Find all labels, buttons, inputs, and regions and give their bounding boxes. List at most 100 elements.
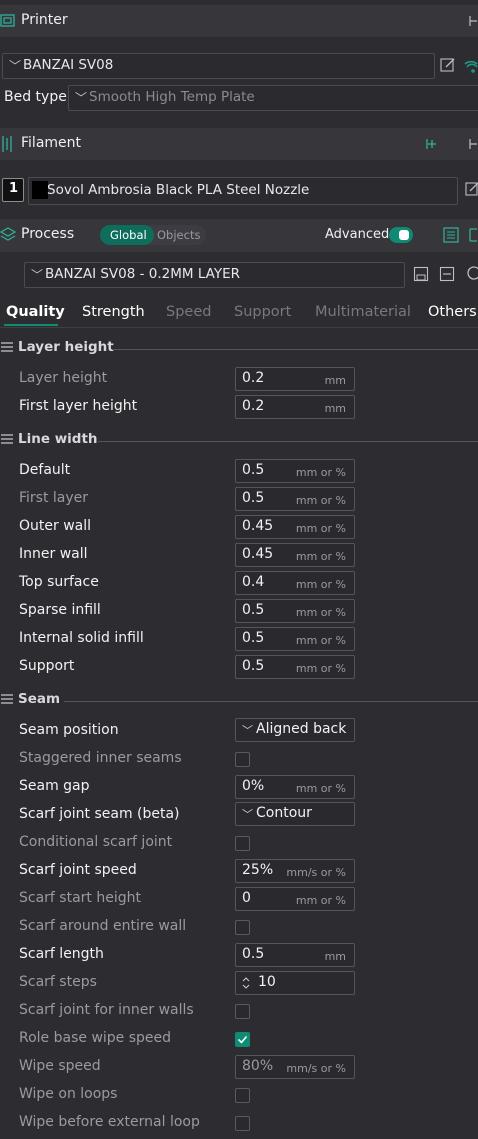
- edit-icon[interactable]: [440, 57, 456, 73]
- filament-name: Sovol Ambrosia Black PLA Steel Nozzle: [47, 182, 310, 198]
- conditional-scarf-joint-checkbox[interactable]: [235, 836, 250, 851]
- tab-quality-underline: [4, 324, 58, 326]
- internal-solid-infill-width-label: Internal solid infill: [19, 630, 144, 646]
- tab-others[interactable]: Others: [428, 304, 477, 320]
- advanced-label: Advanced: [325, 227, 390, 242]
- tab-speed[interactable]: Speed: [166, 304, 211, 320]
- scarf-joint-speed-input[interactable]: 25% mm/s or %: [235, 859, 355, 883]
- role-base-wipe-speed-checkbox[interactable]: [235, 1032, 250, 1047]
- tab-support[interactable]: Support: [234, 304, 291, 320]
- printer-preset-value: BANZAI SV08: [23, 57, 114, 73]
- layers-icon: [0, 227, 16, 241]
- edit-icon[interactable]: [465, 181, 478, 197]
- global-toggle-label: Global: [110, 228, 147, 242]
- outer-wall-width-input[interactable]: 0.45 mm or %: [235, 515, 355, 539]
- inner-wall-width-label: Inner wall: [19, 546, 88, 562]
- seam-gap-input[interactable]: 0% mm or %: [235, 775, 355, 799]
- wipe-on-loops-label: Wipe on loops: [19, 1086, 118, 1102]
- filament-select[interactable]: Sovol Ambrosia Black PLA Steel Nozzle: [28, 177, 458, 205]
- filament-slot-number: 1: [2, 178, 24, 202]
- sparse-infill-width-label: Sparse infill: [19, 602, 101, 618]
- first-layer-width-input[interactable]: 0.5 mm or %: [235, 487, 355, 511]
- internal-solid-infill-width-input[interactable]: 0.5 mm or %: [235, 627, 355, 651]
- delete-preset-icon[interactable]: [439, 266, 455, 282]
- list-icon[interactable]: [443, 227, 459, 243]
- scarf-steps-label: Scarf steps: [19, 974, 97, 990]
- process-preset-value: BANZAI SV08 - 0.2MM LAYER: [45, 266, 241, 282]
- seam-section-header: Seam: [0, 691, 478, 711]
- layer-height-section-title: Layer height: [18, 339, 114, 355]
- checkmark-icon: [237, 1035, 248, 1044]
- printer-icon: [0, 14, 15, 27]
- chevron-down-icon: ﹀: [242, 724, 253, 737]
- seam-position-label: Seam position: [19, 722, 119, 738]
- search-icon[interactable]: [464, 265, 478, 283]
- staggered-inner-seams-checkbox[interactable]: [235, 752, 250, 767]
- chevron-down-icon: ﹀: [242, 808, 253, 821]
- scarf-around-entire-wall-label: Scarf around entire wall: [19, 918, 187, 934]
- line-width-icon: [1, 434, 13, 444]
- process-section-header: Process Global Objects Advanced: [0, 219, 478, 252]
- scarf-steps-stepper[interactable]: 10: [235, 971, 355, 995]
- seam-gap-label: Seam gap: [19, 778, 90, 794]
- chevron-down-icon: ﹀: [75, 91, 88, 105]
- first-layer-height-input[interactable]: 0.2 mm: [235, 395, 355, 419]
- advanced-switch[interactable]: [389, 227, 413, 243]
- layer-height-label: Layer height: [19, 370, 108, 386]
- printer-section-header: Printer: [0, 5, 478, 37]
- tab-multimaterial[interactable]: Multimaterial: [315, 304, 411, 320]
- tab-quality[interactable]: Quality: [6, 304, 65, 320]
- conditional-scarf-joint-label: Conditional scarf joint: [19, 834, 173, 850]
- scarf-joint-speed-label: Scarf joint speed: [19, 862, 137, 878]
- inner-wall-width-input[interactable]: 0.45 mm or %: [235, 543, 355, 567]
- scarf-start-height-input[interactable]: 0 mm or %: [235, 887, 355, 911]
- role-base-wipe-speed-label: Role base wipe speed: [19, 1030, 172, 1046]
- global-objects-toggle[interactable]: Global Objects: [100, 225, 206, 245]
- scarf-start-height-label: Scarf start height: [19, 890, 141, 906]
- scarf-joint-seam-label: Scarf joint seam (beta): [19, 806, 180, 822]
- wipe-speed-label: Wipe speed: [19, 1058, 101, 1074]
- wipe-on-loops-checkbox[interactable]: [235, 1088, 250, 1103]
- sparse-infill-width-input[interactable]: 0.5 mm or %: [235, 599, 355, 623]
- scarf-length-input[interactable]: 0.5 mm: [235, 943, 355, 967]
- line-width-section-title: Line width: [18, 431, 98, 447]
- default-width-label: Default: [19, 462, 71, 478]
- collapse-icon[interactable]: [468, 137, 478, 151]
- first-layer-width-label: First layer: [19, 490, 89, 506]
- wifi-icon[interactable]: [464, 56, 478, 74]
- support-width-input[interactable]: 0.5 mm or %: [235, 655, 355, 679]
- compare-icon[interactable]: [468, 227, 478, 243]
- objects-toggle-label[interactable]: Objects: [157, 228, 200, 242]
- chevron-down-icon: ﹀: [31, 268, 44, 282]
- filament-title: Filament: [21, 135, 82, 151]
- seam-section-title: Seam: [18, 691, 61, 707]
- process-preset-select[interactable]: ﹀ BANZAI SV08 - 0.2MM LAYER: [24, 262, 405, 288]
- seam-position-select[interactable]: ﹀ Aligned back: [235, 718, 355, 742]
- bed-type-value: Smooth High Temp Plate: [89, 89, 255, 105]
- scarf-length-label: Scarf length: [19, 946, 104, 962]
- wipe-before-external-loop-checkbox[interactable]: [235, 1116, 250, 1131]
- collapse-icon[interactable]: [468, 14, 478, 28]
- chevron-down-icon: ﹀: [9, 59, 22, 73]
- layer-height-icon: [1, 342, 13, 352]
- scarf-around-entire-wall-checkbox[interactable]: [235, 920, 250, 935]
- scarf-joint-inner-walls-checkbox[interactable]: [235, 1004, 250, 1019]
- tab-strength[interactable]: Strength: [82, 304, 145, 320]
- bed-type-select[interactable]: ﹀ Smooth High Temp Plate: [68, 85, 478, 111]
- line-width-section-header: Line width: [0, 431, 478, 451]
- scarf-joint-seam-select[interactable]: ﹀ Contour: [235, 802, 355, 826]
- add-filament-icon[interactable]: [424, 136, 440, 152]
- seam-icon: [1, 694, 13, 704]
- save-icon[interactable]: [413, 266, 429, 282]
- default-width-input[interactable]: 0.5 mm or %: [235, 459, 355, 483]
- outer-wall-width-label: Outer wall: [19, 518, 92, 534]
- printer-preset-select[interactable]: ﹀ BANZAI SV08: [2, 53, 435, 79]
- top-surface-width-input[interactable]: 0.4 mm or %: [235, 571, 355, 595]
- wipe-speed-input[interactable]: 80% mm/s or %: [235, 1055, 355, 1079]
- layer-height-input[interactable]: 0.2 mm: [235, 367, 355, 391]
- support-width-label: Support: [19, 658, 75, 674]
- process-title: Process: [21, 226, 75, 242]
- stepper-arrows-icon[interactable]: [241, 975, 251, 991]
- first-layer-height-label: First layer height: [19, 398, 138, 414]
- filament-icon: [2, 136, 12, 152]
